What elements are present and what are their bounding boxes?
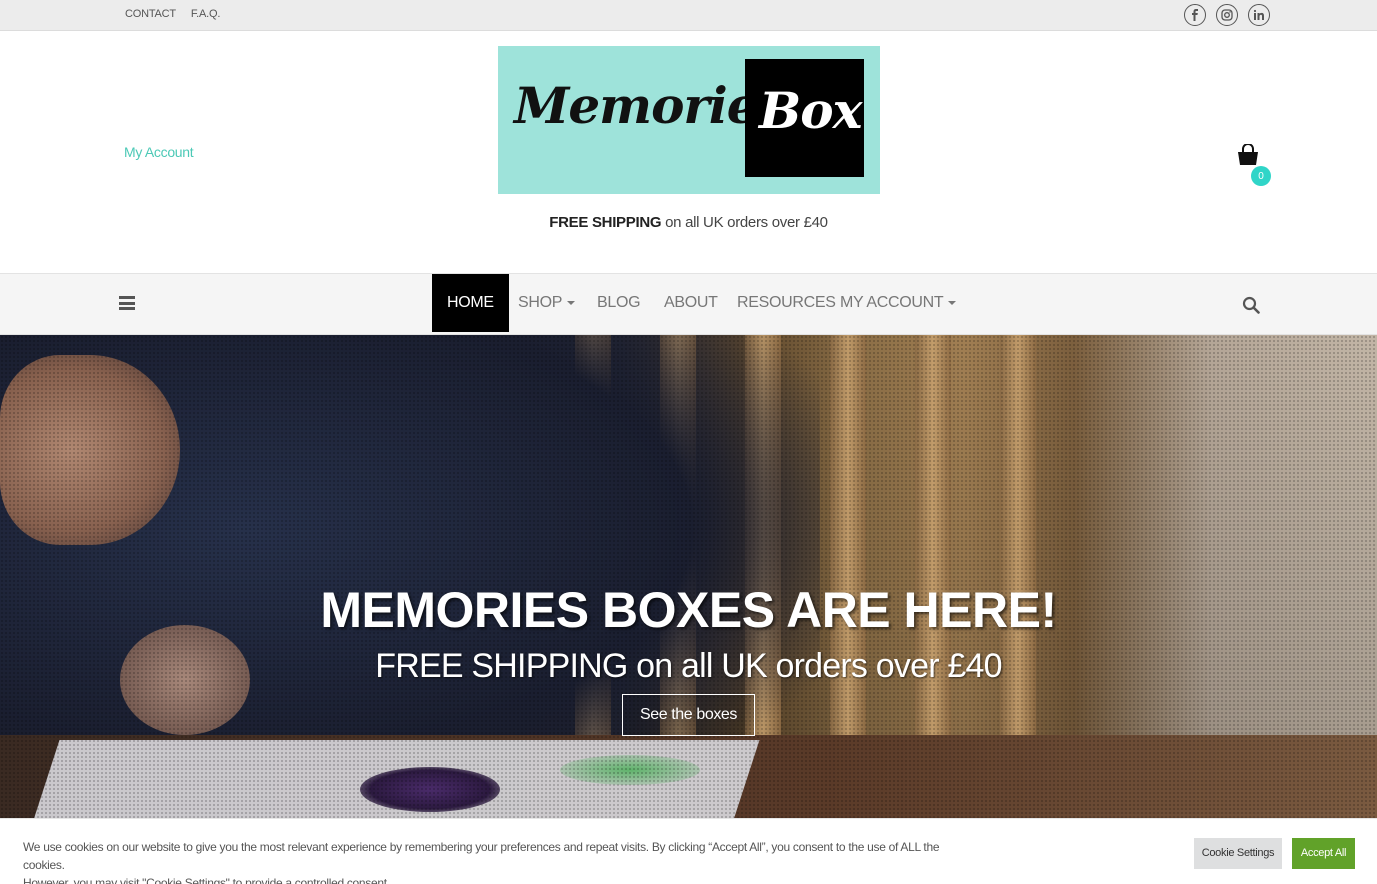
logo-box-block: Box: [745, 59, 864, 177]
nav-item-home[interactable]: HOME: [432, 274, 509, 332]
linkedin-icon[interactable]: [1248, 4, 1270, 26]
site-header: My Account Memories Box FREE SHIPPING on…: [0, 31, 1377, 273]
menu-hamburger-icon[interactable]: [119, 296, 135, 310]
cookie-text: We use cookies on our website to give yo…: [23, 838, 983, 884]
nav-label: RESOURCES: [737, 294, 836, 311]
cookie-text-line1: We use cookies on our website to give yo…: [23, 840, 940, 872]
nav-item-about[interactable]: ABOUT: [649, 274, 733, 332]
hero-banner: MEMORIES BOXES ARE HERE! FREE SHIPPING o…: [0, 335, 1377, 818]
search-icon[interactable]: [1242, 296, 1260, 314]
accept-all-button[interactable]: Accept All: [1292, 838, 1355, 869]
see-the-boxes-button[interactable]: See the boxes: [622, 694, 755, 736]
chevron-down-icon: [948, 300, 957, 305]
hero-subtitle: FREE SHIPPING on all UK orders over £40: [375, 647, 1002, 685]
shipping-bold: FREE SHIPPING: [549, 214, 662, 231]
instagram-icon[interactable]: [1216, 4, 1238, 26]
faq-link[interactable]: F.A.Q.: [191, 8, 221, 20]
top-bar: CONTACT F.A.Q.: [0, 0, 1377, 31]
cookie-settings-button[interactable]: Cookie Settings: [1194, 838, 1282, 869]
my-account-link[interactable]: My Account: [124, 144, 194, 160]
top-links: CONTACT F.A.Q.: [125, 8, 232, 20]
shipping-notice: FREE SHIPPING on all UK orders over £40: [0, 214, 1377, 231]
chevron-down-icon: [567, 300, 576, 305]
logo-word-box: Box: [759, 81, 862, 140]
hero-title: MEMORIES BOXES ARE HERE!: [320, 582, 1057, 638]
main-nav: HOME SHOP BLOG ABOUT RESOURCES MY ACCOUN…: [0, 273, 1377, 335]
nav-label: MY ACCOUNT: [840, 294, 944, 311]
cart-count-badge: 0: [1251, 166, 1271, 186]
facebook-icon[interactable]: [1184, 4, 1206, 26]
nav-item-shop[interactable]: SHOP: [503, 274, 590, 332]
shipping-rest: on all UK orders over £40: [665, 214, 828, 231]
site-logo[interactable]: Memories Box: [498, 46, 880, 194]
hero-dot-overlay: [0, 335, 1377, 818]
nav-label: ABOUT: [664, 294, 718, 311]
nav-label: HOME: [447, 294, 494, 311]
nav-label: BLOG: [597, 294, 641, 311]
nav-item-my-account[interactable]: MY ACCOUNT: [825, 274, 971, 332]
cookie-consent-bar: We use cookies on our website to give yo…: [0, 818, 1377, 884]
cart-icon[interactable]: [1236, 143, 1260, 166]
cookie-text-line2: However, you may visit "Cookie Settings"…: [23, 876, 390, 884]
contact-link[interactable]: CONTACT: [125, 8, 176, 20]
nav-label: SHOP: [518, 294, 563, 311]
nav-item-blog[interactable]: BLOG: [582, 274, 655, 332]
